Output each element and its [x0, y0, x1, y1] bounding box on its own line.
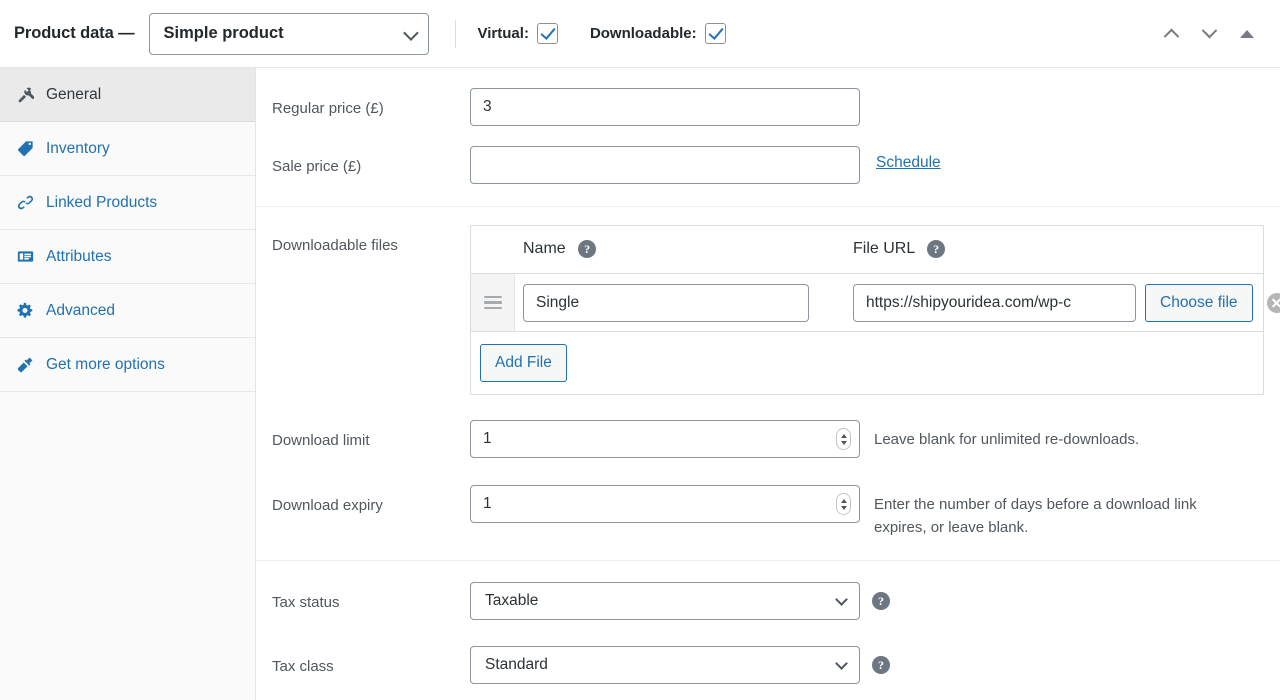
sidebar-item-label: Inventory	[46, 140, 110, 158]
gear-icon	[14, 302, 36, 319]
download-expiry-row: Download expiry Enter the number of days…	[256, 485, 1280, 540]
schedule-link[interactable]: Schedule	[876, 146, 941, 172]
panel-header: Product data — Simple product Virtual: D…	[0, 0, 1280, 68]
chevron-down-icon	[835, 657, 848, 670]
column-header-name: Name ?	[515, 240, 845, 258]
chevron-down-icon	[403, 25, 419, 41]
add-file-button[interactable]: Add File	[480, 344, 567, 382]
link-icon	[14, 194, 36, 211]
plug-icon	[14, 356, 36, 373]
choose-file-button[interactable]: Choose file	[1145, 284, 1253, 322]
regular-price-input[interactable]	[470, 88, 860, 126]
sidebar-item-label: General	[46, 86, 101, 104]
download-expiry-input[interactable]	[470, 485, 860, 523]
sidebar-item-get-more-options[interactable]: Get more options	[0, 338, 255, 392]
help-icon[interactable]: ?	[578, 240, 596, 258]
tax-class-row: Tax class Standard ?	[256, 646, 1280, 684]
downloadable-files-table: Name ? File URL ?	[470, 225, 1264, 395]
sidebar-item-linked-products[interactable]: Linked Products	[0, 176, 255, 230]
downloadable-checkbox[interactable]	[705, 23, 726, 44]
sidebar-item-label: Linked Products	[46, 194, 157, 212]
sidebar-item-general[interactable]: General	[0, 68, 255, 122]
table-header-row: Name ? File URL ?	[471, 226, 1263, 274]
downloads-section: Downloadable files Name ? File URL	[256, 206, 1280, 560]
column-header-file-url: File URL ?	[845, 240, 1263, 258]
downloadable-files-label: Downloadable files	[272, 225, 470, 256]
toggle-panel-button[interactable]	[1236, 23, 1258, 45]
sidebar-item-label: Get more options	[46, 356, 165, 374]
drag-handle-icon[interactable]	[471, 274, 515, 331]
download-limit-row: Download limit Leave blank for unlimited…	[256, 420, 1280, 458]
product-data-tabs: General Inventory Linked Products Attrib…	[0, 68, 256, 700]
pricing-section: Regular price (£) Sale price (£) Schedul…	[256, 68, 1280, 206]
virtual-checkbox[interactable]	[537, 23, 558, 44]
download-expiry-label: Download expiry	[272, 485, 470, 516]
move-down-button[interactable]	[1198, 23, 1220, 45]
product-type-value: Simple product	[164, 24, 284, 43]
tax-status-label: Tax status	[272, 582, 470, 613]
header-divider	[455, 20, 456, 48]
tag-icon	[14, 140, 36, 157]
page-title: Product data —	[14, 24, 135, 43]
table-footer: Add File	[471, 332, 1263, 394]
sale-price-row: Sale price (£) Schedule	[256, 146, 1280, 184]
download-expiry-hint: Enter the number of days before a downlo…	[874, 485, 1234, 540]
virtual-label: Virtual:	[478, 25, 529, 42]
tax-section: Tax status Taxable ? Tax class Standard	[256, 560, 1280, 700]
file-url-input[interactable]	[853, 284, 1136, 322]
sidebar-item-label: Advanced	[46, 302, 115, 320]
sidebar-item-inventory[interactable]: Inventory	[0, 122, 255, 176]
panel-header-actions	[1160, 23, 1264, 45]
table-row: Choose file	[471, 274, 1263, 332]
chevron-down-icon	[1201, 23, 1217, 39]
virtual-checkbox-group: Virtual:	[478, 23, 558, 44]
chevron-down-icon	[835, 593, 848, 606]
tax-status-value: Taxable	[485, 592, 538, 610]
attributes-icon	[14, 248, 36, 265]
tax-class-value: Standard	[485, 656, 548, 674]
downloadable-label: Downloadable:	[590, 25, 697, 42]
tax-status-row: Tax status Taxable ?	[256, 582, 1280, 620]
download-limit-field	[470, 420, 860, 458]
download-limit-input[interactable]	[470, 420, 860, 458]
panel-body: General Inventory Linked Products Attrib…	[0, 68, 1280, 700]
file-name-input[interactable]	[523, 284, 809, 322]
help-icon[interactable]: ?	[927, 240, 945, 258]
help-icon[interactable]: ?	[872, 656, 890, 674]
download-limit-hint: Leave blank for unlimited re-downloads.	[874, 420, 1139, 451]
sale-price-input[interactable]	[470, 146, 860, 184]
sale-price-label: Sale price (£)	[272, 146, 470, 177]
tax-status-select[interactable]: Taxable	[470, 582, 860, 620]
download-limit-label: Download limit	[272, 420, 470, 451]
file-name-cell	[515, 284, 845, 322]
regular-price-label: Regular price (£)	[272, 88, 470, 119]
sidebar-item-attributes[interactable]: Attributes	[0, 230, 255, 284]
wrench-icon	[14, 86, 36, 103]
product-type-select[interactable]: Simple product	[149, 13, 429, 55]
delete-icon[interactable]	[1267, 293, 1280, 313]
column-header-name-label: Name	[523, 241, 566, 258]
number-stepper[interactable]	[836, 493, 851, 515]
help-icon[interactable]: ?	[872, 592, 890, 610]
product-data-panel: Product data — Simple product Virtual: D…	[0, 0, 1280, 700]
sidebar-item-advanced[interactable]: Advanced	[0, 284, 255, 338]
sidebar-item-label: Attributes	[46, 248, 111, 266]
download-expiry-field	[470, 485, 860, 523]
file-url-cell: Choose file	[845, 284, 1280, 322]
general-tab-content: Regular price (£) Sale price (£) Schedul…	[256, 68, 1280, 700]
column-header-file-url-label: File URL	[853, 241, 915, 258]
number-stepper[interactable]	[836, 428, 851, 450]
move-up-button[interactable]	[1160, 23, 1182, 45]
tax-class-select[interactable]: Standard	[470, 646, 860, 684]
downloadable-checkbox-group: Downloadable:	[590, 23, 726, 44]
chevron-up-icon	[1163, 29, 1179, 45]
regular-price-row: Regular price (£)	[256, 88, 1280, 126]
triangle-up-icon	[1240, 30, 1254, 38]
tax-class-label: Tax class	[272, 646, 470, 677]
downloadable-files-row: Downloadable files Name ? File URL	[256, 225, 1280, 395]
